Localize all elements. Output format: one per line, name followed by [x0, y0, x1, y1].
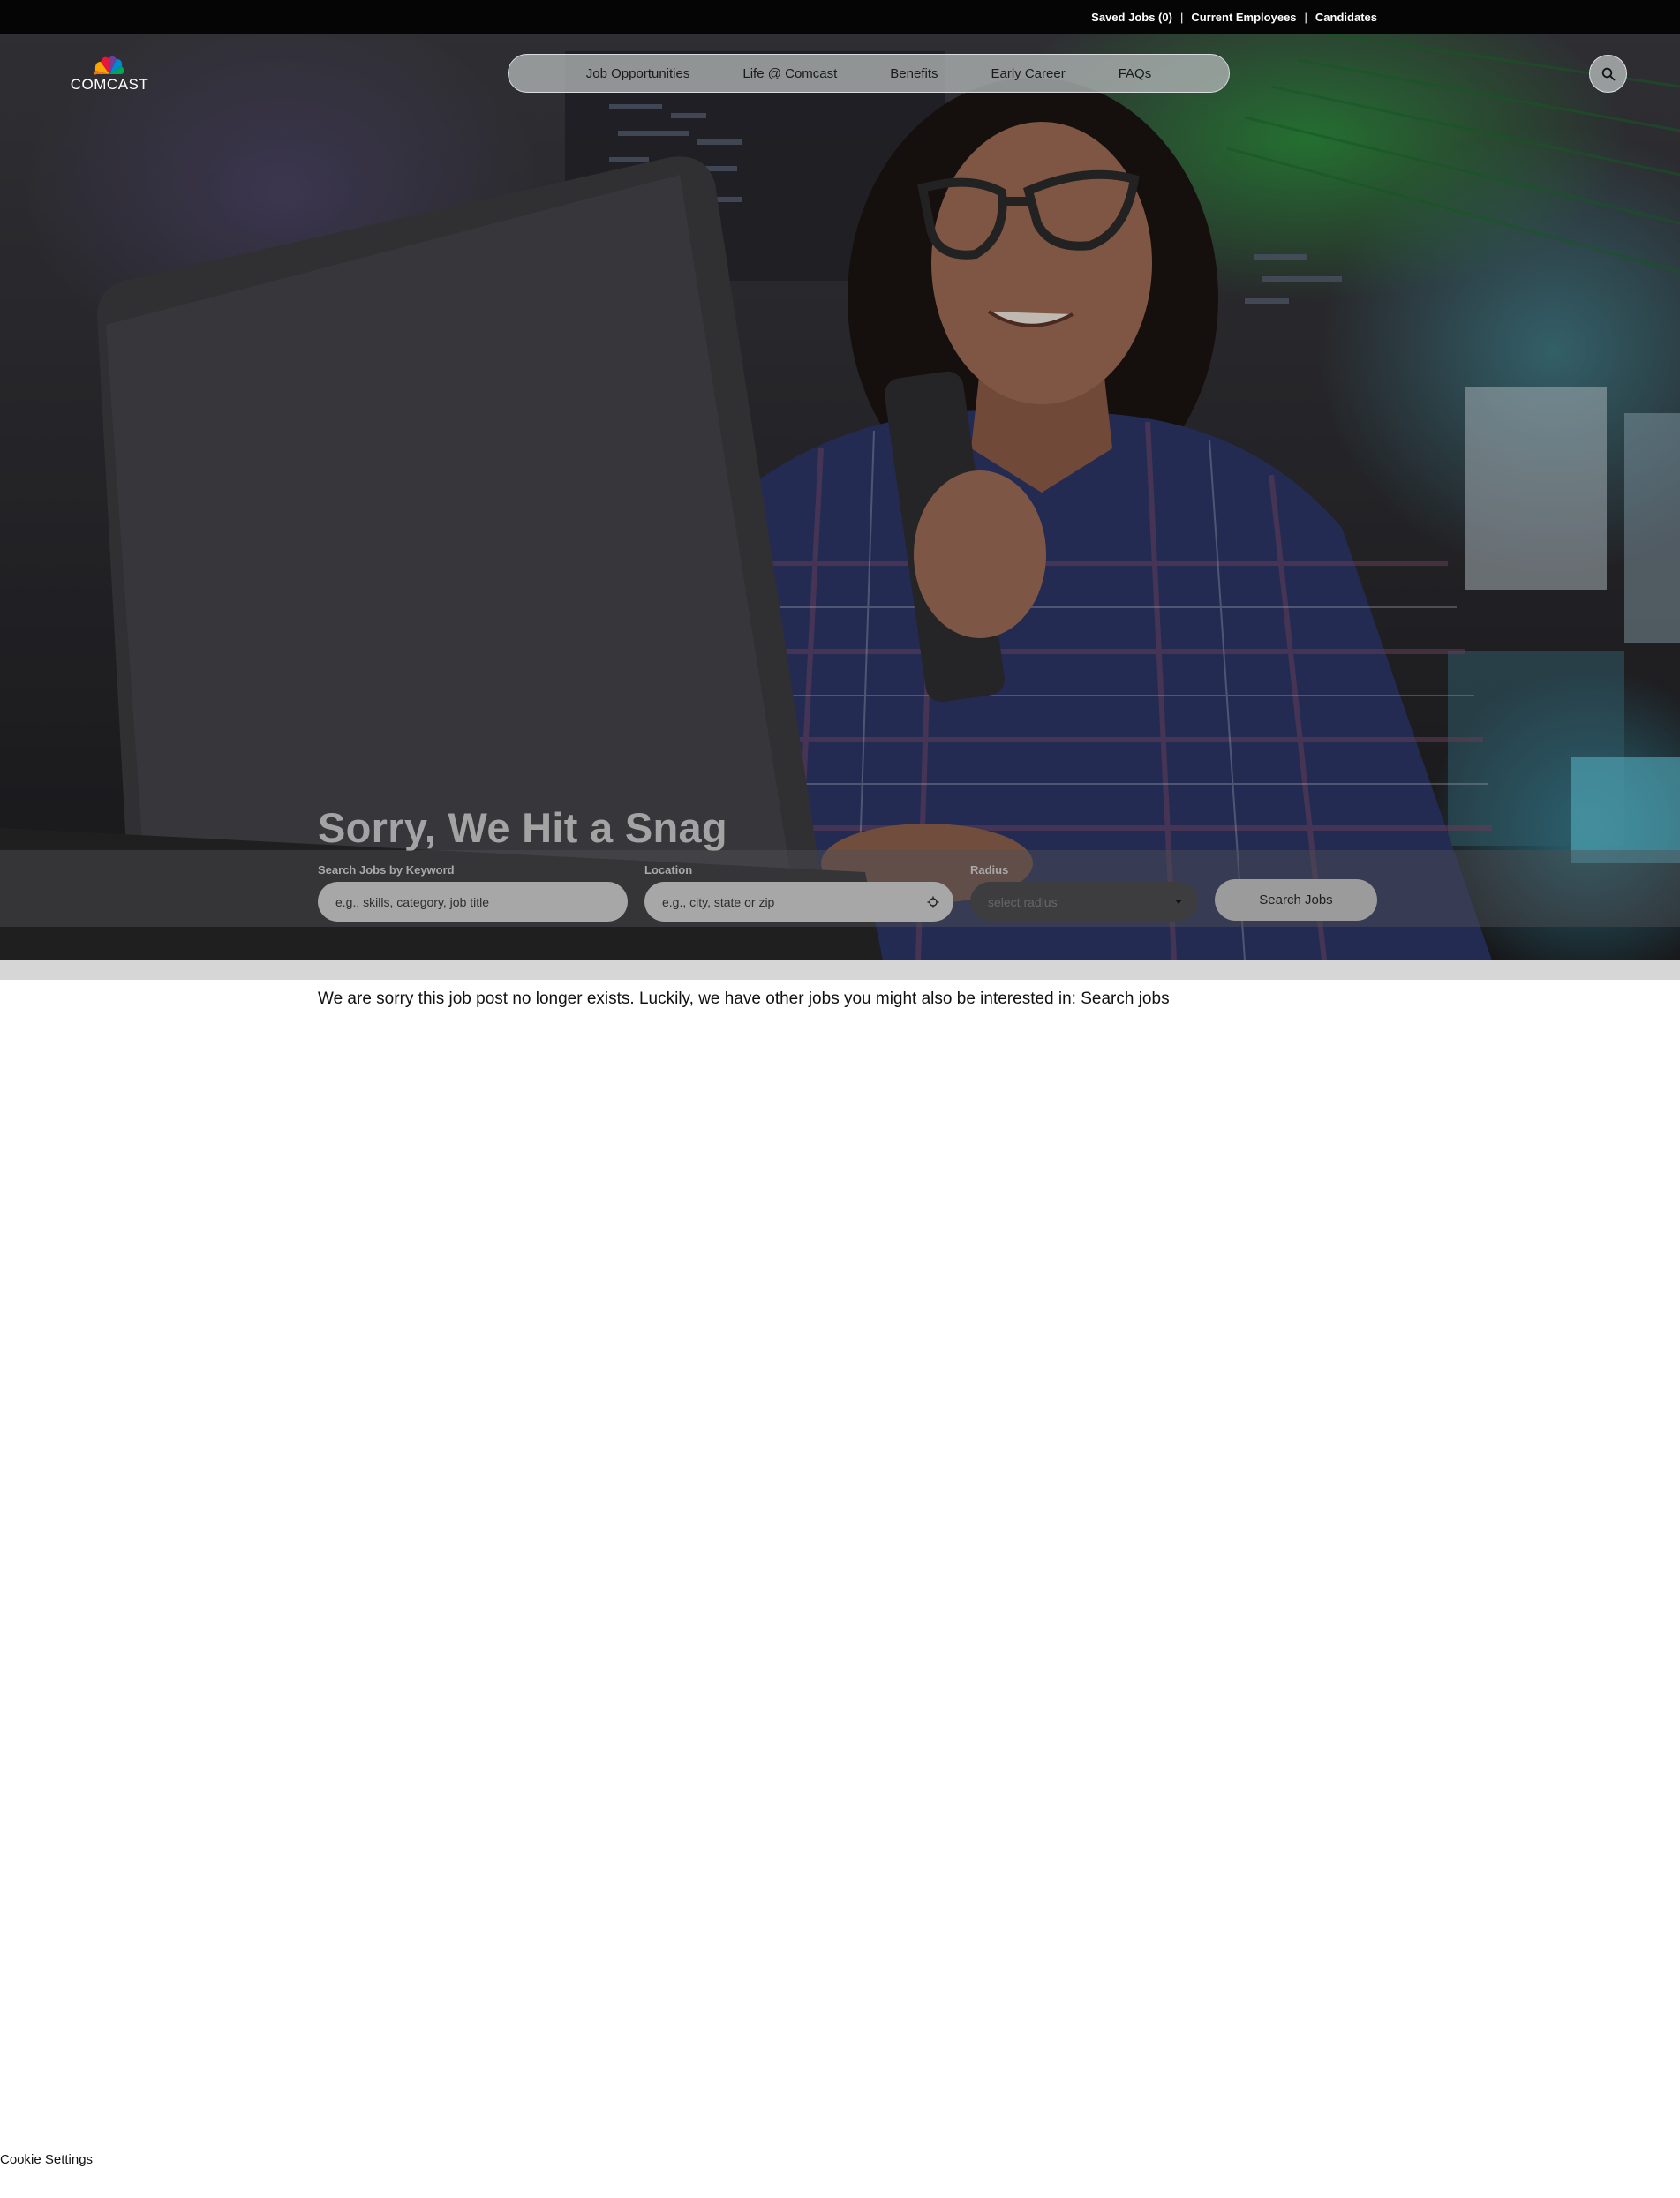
radius-placeholder: select radius	[988, 894, 1058, 909]
nav-early-career[interactable]: Early Career	[965, 66, 1092, 81]
location-input[interactable]: e.g., city, state or zip	[644, 882, 953, 922]
saved-jobs-link[interactable]: Saved Jobs (0)	[1091, 11, 1172, 24]
header-search-button[interactable]	[1589, 55, 1627, 93]
utility-bar: Saved Jobs (0) | Current Employees | Can…	[0, 0, 1680, 34]
location-placeholder: e.g., city, state or zip	[662, 894, 775, 909]
error-message-text: We are sorry this job post no longer exi…	[318, 990, 1076, 1008]
search-icon	[1601, 67, 1615, 80]
hero-overlay	[0, 34, 1680, 960]
error-message: We are sorry this job post no longer exi…	[318, 990, 1170, 1009]
nav-job-opportunities[interactable]: Job Opportunities	[560, 66, 717, 81]
keyword-label: Search Jobs by Keyword	[318, 863, 455, 877]
radius-select[interactable]: select radius	[970, 882, 1198, 922]
candidates-link[interactable]: Candidates	[1315, 11, 1377, 24]
nav-life-at-comcast[interactable]: Life @ Comcast	[716, 66, 863, 81]
search-jobs-button[interactable]: Search Jobs	[1215, 879, 1377, 921]
location-label: Location	[644, 863, 693, 877]
utility-separator: |	[1304, 10, 1307, 24]
keyword-placeholder: e.g., skills, category, job title	[335, 894, 490, 909]
locate-icon[interactable]	[927, 896, 939, 908]
logo-text: COMCAST	[70, 76, 149, 93]
nav-benefits[interactable]: Benefits	[863, 66, 964, 81]
current-employees-link[interactable]: Current Employees	[1191, 11, 1296, 24]
search-jobs-link[interactable]: Search jobs	[1081, 990, 1169, 1008]
comcast-logo[interactable]: COMCAST	[67, 55, 152, 93]
utility-separator: |	[1179, 10, 1184, 24]
radius-label: Radius	[970, 863, 1009, 877]
main-nav: Job Opportunities Life @ Comcast Benefit…	[508, 54, 1230, 93]
divider-band	[0, 960, 1680, 980]
hero-banner: COMCAST Job Opportunities Life @ Comcast…	[0, 34, 1680, 960]
nav-faqs[interactable]: FAQs	[1092, 66, 1179, 81]
cookie-settings-link[interactable]: Cookie Settings	[0, 2152, 93, 2167]
keyword-input[interactable]: e.g., skills, category, job title	[318, 882, 628, 922]
page-title: Sorry, We Hit a Snag	[318, 804, 727, 851]
peacock-logo-icon	[94, 56, 124, 75]
caret-down-icon	[1175, 900, 1182, 904]
